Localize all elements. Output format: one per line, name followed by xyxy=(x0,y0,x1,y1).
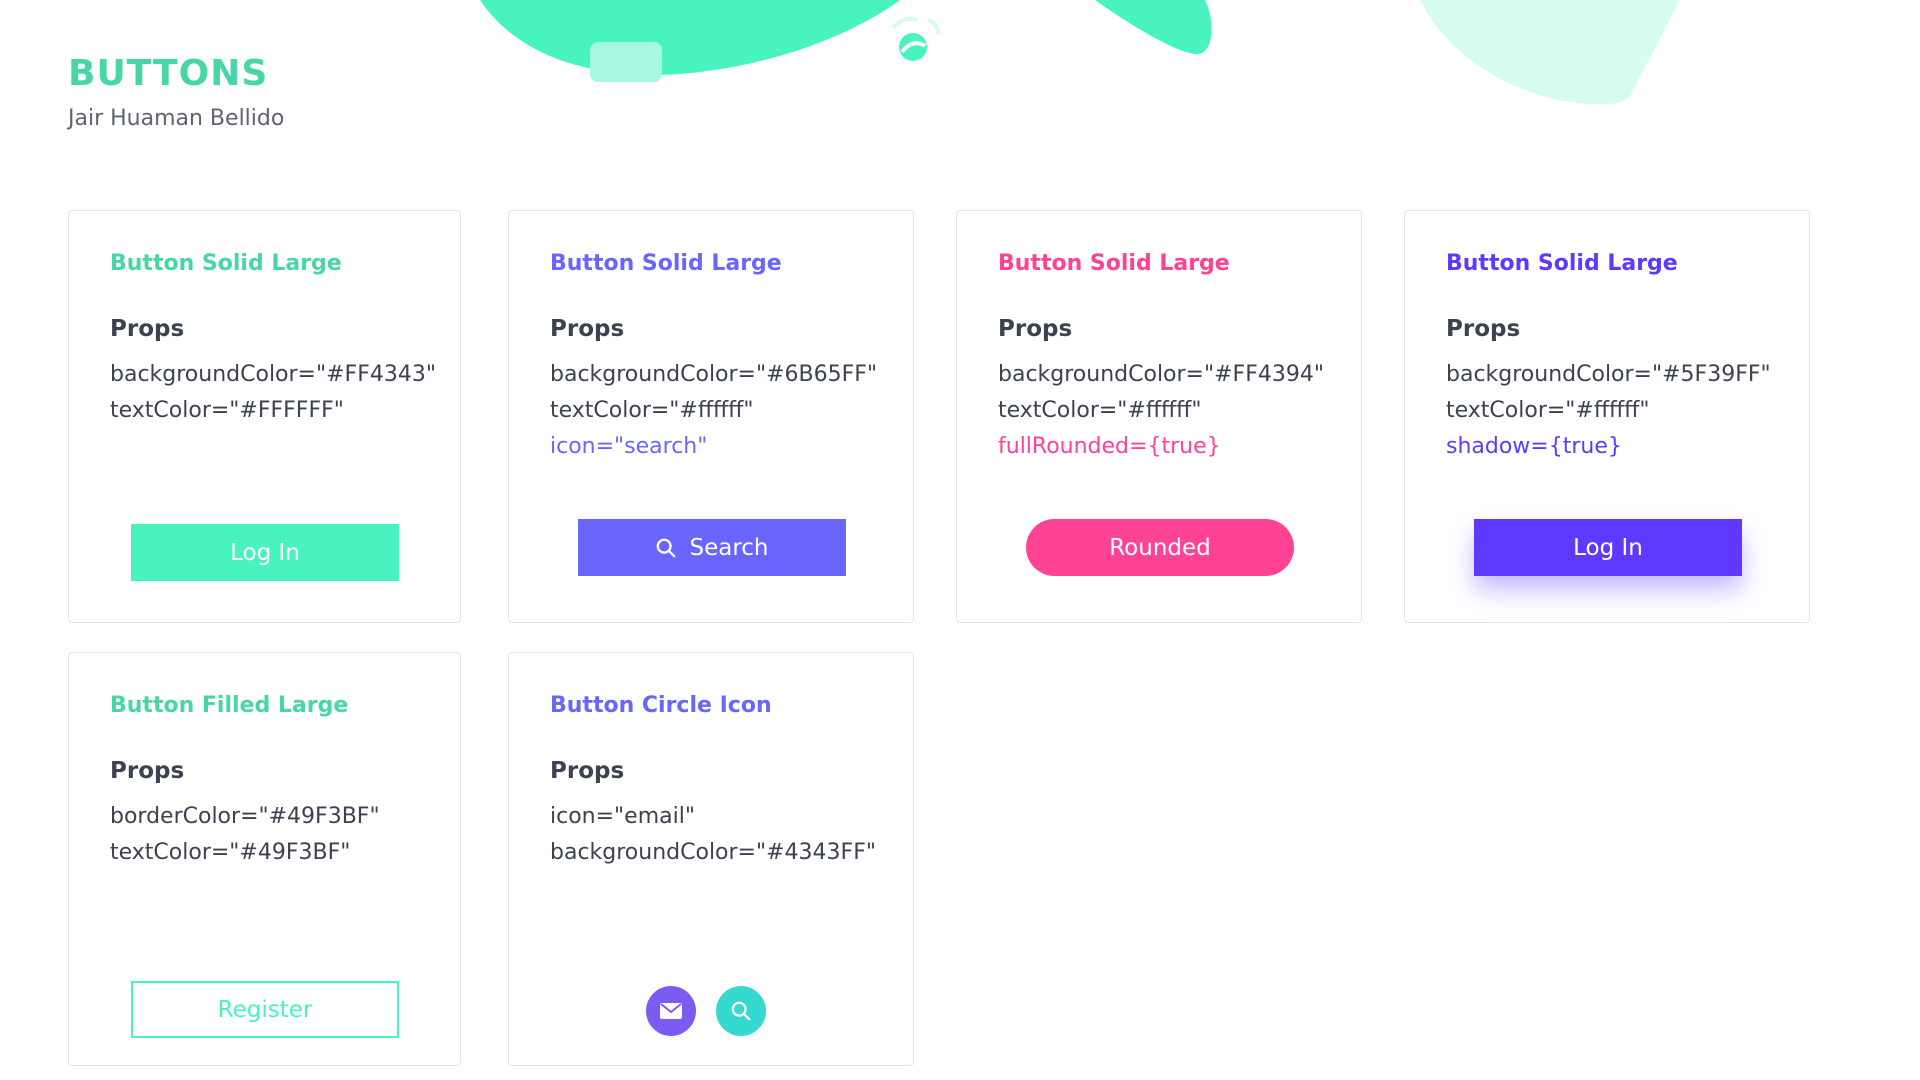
prop-line: backgroundColor="#6B65FF" xyxy=(550,362,878,387)
card-button-filled-large: Button Filled Large Props borderColor="#… xyxy=(68,652,461,1066)
props-heading: Props xyxy=(550,758,625,784)
page-subtitle: Jair Huaman Bellido xyxy=(68,106,285,131)
page-title: BUTTONS xyxy=(68,53,269,94)
card-title: Button Filled Large xyxy=(110,693,349,718)
props-heading: Props xyxy=(110,316,185,342)
prop-line: backgroundColor="#FF4343" xyxy=(110,362,436,387)
email-circle-button[interactable] xyxy=(646,986,696,1036)
card-title: Button Solid Large xyxy=(1446,251,1678,276)
prop-line-highlight: fullRounded={true} xyxy=(998,434,1221,459)
props-list: backgroundColor="#5F39FF" textColor="#ff… xyxy=(1446,357,1771,465)
card-title: Button Solid Large xyxy=(110,251,342,276)
search-icon xyxy=(657,538,676,557)
login-button-shadow[interactable]: Log In xyxy=(1474,519,1742,576)
props-list: backgroundColor="#FF4343" textColor="#FF… xyxy=(110,357,436,429)
props-list: borderColor="#49F3BF" textColor="#49F3BF… xyxy=(110,799,380,871)
prop-line: textColor="#49F3BF" xyxy=(110,840,351,865)
button-label: Register xyxy=(217,996,313,1023)
prop-line: icon="email" xyxy=(550,804,695,829)
search-circle-button[interactable] xyxy=(716,986,766,1036)
email-icon xyxy=(660,1003,682,1019)
button-label: Log In xyxy=(230,539,300,566)
card-button-solid-large-purple: Button Solid Large Props backgroundColor… xyxy=(508,210,914,623)
card-title: Button Solid Large xyxy=(998,251,1230,276)
button-label: Search xyxy=(689,534,769,561)
card-title: Button Circle Icon xyxy=(550,693,772,718)
prop-line: backgroundColor="#4343FF" xyxy=(550,840,876,865)
props-heading: Props xyxy=(110,758,185,784)
prop-line: borderColor="#49F3BF" xyxy=(110,804,380,829)
props-heading: Props xyxy=(1446,316,1521,342)
register-button[interactable]: Register xyxy=(131,981,399,1038)
login-button[interactable]: Log In xyxy=(131,524,399,581)
card-button-solid-large-violet: Button Solid Large Props backgroundColor… xyxy=(1404,210,1810,623)
decorative-background-shapes xyxy=(480,0,1680,105)
props-list: icon="email" backgroundColor="#4343FF" xyxy=(550,799,876,871)
prop-line-highlight: shadow={true} xyxy=(1446,434,1622,459)
search-button[interactable]: Search xyxy=(578,519,846,576)
props-list: backgroundColor="#6B65FF" textColor="#ff… xyxy=(550,357,877,465)
card-title: Button Solid Large xyxy=(550,251,782,276)
rounded-button[interactable]: Rounded xyxy=(1026,519,1294,576)
search-icon xyxy=(731,1001,751,1021)
prop-line: textColor="#FFFFFF" xyxy=(110,398,344,423)
props-list: backgroundColor="#FF4394" textColor="#ff… xyxy=(998,357,1324,465)
prop-line: backgroundColor="#5F39FF" xyxy=(1446,362,1771,387)
card-button-solid-large-pink: Button Solid Large Props backgroundColor… xyxy=(956,210,1362,623)
prop-line-highlight: icon="search" xyxy=(550,434,708,459)
card-button-solid-large-green: Button Solid Large Props backgroundColor… xyxy=(68,210,461,623)
prop-line: textColor="#ffffff" xyxy=(550,398,754,423)
props-heading: Props xyxy=(550,316,625,342)
prop-line: textColor="#ffffff" xyxy=(1446,398,1650,423)
card-button-circle-icon: Button Circle Icon Props icon="email" ba… xyxy=(508,652,914,1066)
prop-line: textColor="#ffffff" xyxy=(998,398,1202,423)
prop-line: backgroundColor="#FF4394" xyxy=(998,362,1324,387)
button-label: Rounded xyxy=(1109,534,1211,561)
button-label: Log In xyxy=(1573,534,1643,561)
page-header: BUTTONS Jair Huaman Bellido xyxy=(68,52,284,131)
props-heading: Props xyxy=(998,316,1073,342)
